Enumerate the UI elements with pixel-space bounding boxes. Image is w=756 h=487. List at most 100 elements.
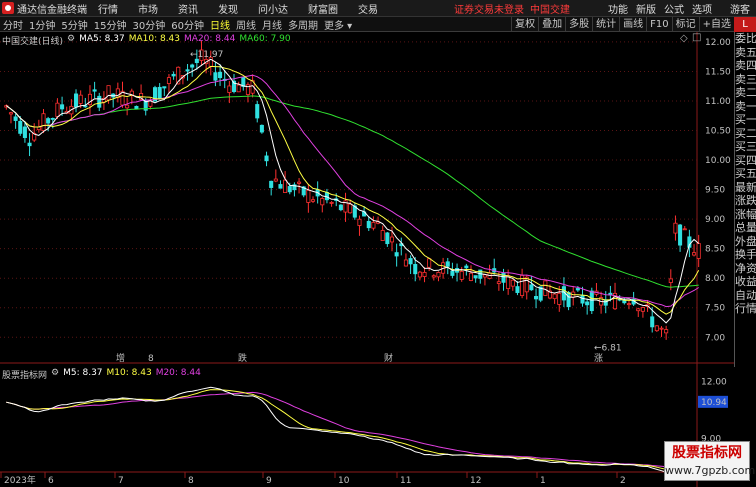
- candle-body: [218, 71, 223, 79]
- price-tick-label: 8.00: [705, 274, 725, 284]
- settings-gear-icon[interactable]: ⚙: [67, 34, 75, 47]
- candle-body: [626, 303, 632, 306]
- low-price-label: ←6.81: [594, 344, 622, 354]
- period-weekly[interactable]: 周线: [233, 17, 259, 32]
- ma10-line: [6, 65, 700, 315]
- candle-body: [431, 275, 436, 278]
- price-tick-label: 9.50: [705, 186, 725, 196]
- candle-body: [283, 179, 288, 193]
- candle-body: [348, 203, 353, 214]
- candle-body: [236, 84, 241, 93]
- candle-body: [524, 276, 529, 293]
- quote-label: 卖二: [735, 86, 756, 99]
- event-marker: 涨: [594, 353, 603, 364]
- menu-newversion[interactable]: 新版: [636, 1, 656, 16]
- top-right-menu: 功能 新版 公式 选项 游客: [608, 0, 750, 17]
- period-30min[interactable]: 30分钟: [129, 17, 168, 32]
- multi-stock-button[interactable]: 多股: [565, 17, 592, 32]
- statistics-button[interactable]: 统计: [592, 17, 619, 32]
- period-15min[interactable]: 15分钟: [91, 17, 130, 32]
- period-5min[interactable]: 5分钟: [58, 17, 90, 32]
- indicator-tick-label: 12.00: [701, 378, 727, 388]
- menu-item-quotes[interactable]: 行情: [88, 1, 128, 16]
- price-tick-label: 11.50: [705, 67, 731, 77]
- candle-body: [389, 236, 395, 243]
- kline-chart[interactable]: 12.00 11.50 11.00 10.50 10.00 9.50 9.00 8.50 8.0…: [0, 32, 734, 487]
- period-60min[interactable]: 60分钟: [168, 17, 207, 32]
- date-tick-label: 9: [266, 476, 272, 486]
- menu-item-wealth[interactable]: 财富圈: [298, 1, 348, 16]
- f10-button[interactable]: F10: [646, 17, 671, 32]
- broker-login-status[interactable]: 证券交易未登录: [454, 1, 524, 16]
- date-tick-label: 11: [400, 476, 411, 486]
- date-tick-label: 2: [620, 476, 626, 486]
- candle-body: [668, 278, 673, 283]
- menu-options[interactable]: 选项: [692, 1, 712, 16]
- menu-item-news[interactable]: 资讯: [168, 1, 208, 16]
- event-marker: 跌: [238, 353, 247, 364]
- quote-label: 自动: [735, 288, 756, 302]
- sub-settings-gear-icon[interactable]: ⚙: [51, 368, 59, 381]
- quote-label: 卖五: [735, 45, 756, 59]
- period-timeshare[interactable]: 分时: [0, 17, 26, 32]
- price-tick-label: 10.50: [705, 127, 731, 137]
- candle-body: [22, 126, 27, 138]
- candle-body: [13, 116, 18, 121]
- mark-button[interactable]: 标记: [671, 17, 699, 32]
- period-daily[interactable]: 日线: [207, 17, 233, 32]
- app-title: 通达信金融终端: [17, 4, 87, 16]
- candle-body: [41, 113, 46, 131]
- candle-body: [640, 307, 645, 312]
- menu-item-market[interactable]: 市场: [128, 1, 168, 16]
- period-monthly[interactable]: 月线: [259, 17, 285, 32]
- candle-body: [580, 294, 585, 304]
- m5-label: M5: 8.37: [63, 368, 103, 378]
- watermark-title: 股票指标网: [672, 445, 742, 461]
- date-tick-label: 1: [540, 476, 546, 486]
- candle-body: [417, 271, 422, 278]
- menu-function[interactable]: 功能: [608, 1, 628, 16]
- quote-label: 委比: [735, 32, 756, 45]
- candle-body: [73, 93, 79, 108]
- candle-body: [92, 89, 97, 92]
- quote-label: 换手: [735, 248, 756, 261]
- quote-label: 最新: [735, 180, 756, 194]
- price-axis: 12.00 11.50 11.00 10.50 10.00 9.50 9.00 8.50 8.0…: [698, 38, 731, 445]
- logo-icon: [2, 2, 14, 14]
- menu-item-discover[interactable]: 发现: [208, 1, 248, 16]
- candlestick-series: [4, 40, 701, 340]
- period-more[interactable]: 更多 ▾: [321, 17, 355, 32]
- menu-item-ask[interactable]: 问小达: [248, 1, 298, 16]
- quote-label: 卖四: [735, 59, 756, 72]
- quote-label: 买三: [735, 140, 756, 153]
- candle-body: [557, 293, 562, 305]
- adjust-button[interactable]: 复权: [511, 17, 538, 32]
- candle-body: [264, 155, 269, 162]
- candle-body: [371, 221, 376, 229]
- menu-item-trade[interactable]: 交易: [348, 1, 388, 16]
- close-icon[interactable]: □: [692, 32, 701, 43]
- expand-icon[interactable]: ◇: [680, 33, 688, 44]
- candle-body: [227, 85, 232, 93]
- menu-guest[interactable]: 游客: [730, 1, 750, 16]
- overlay-button[interactable]: 叠加: [538, 17, 565, 32]
- ma60-label: MA60: 7.90: [239, 34, 291, 44]
- panel-corner-tab[interactable]: L: [734, 17, 756, 32]
- candle-body: [403, 259, 408, 267]
- candle-body: [682, 228, 687, 231]
- add-watchlist-button[interactable]: +自选: [698, 17, 734, 32]
- ma20-label: MA20: 8.44: [184, 34, 236, 44]
- candle-body: [125, 104, 130, 109]
- draw-line-button[interactable]: 画线: [619, 17, 646, 32]
- candle-body: [408, 258, 413, 265]
- candle-body: [515, 286, 520, 293]
- candle-body: [27, 142, 32, 147]
- period-1min[interactable]: 1分钟: [26, 17, 58, 32]
- candle-body: [166, 77, 171, 84]
- candle-body: [157, 86, 162, 99]
- menu-formula[interactable]: 公式: [664, 1, 684, 16]
- quote-label: 买五: [735, 167, 756, 180]
- candle-body: [306, 189, 311, 203]
- period-multi[interactable]: 多周期: [285, 17, 321, 32]
- candle-body: [464, 265, 469, 269]
